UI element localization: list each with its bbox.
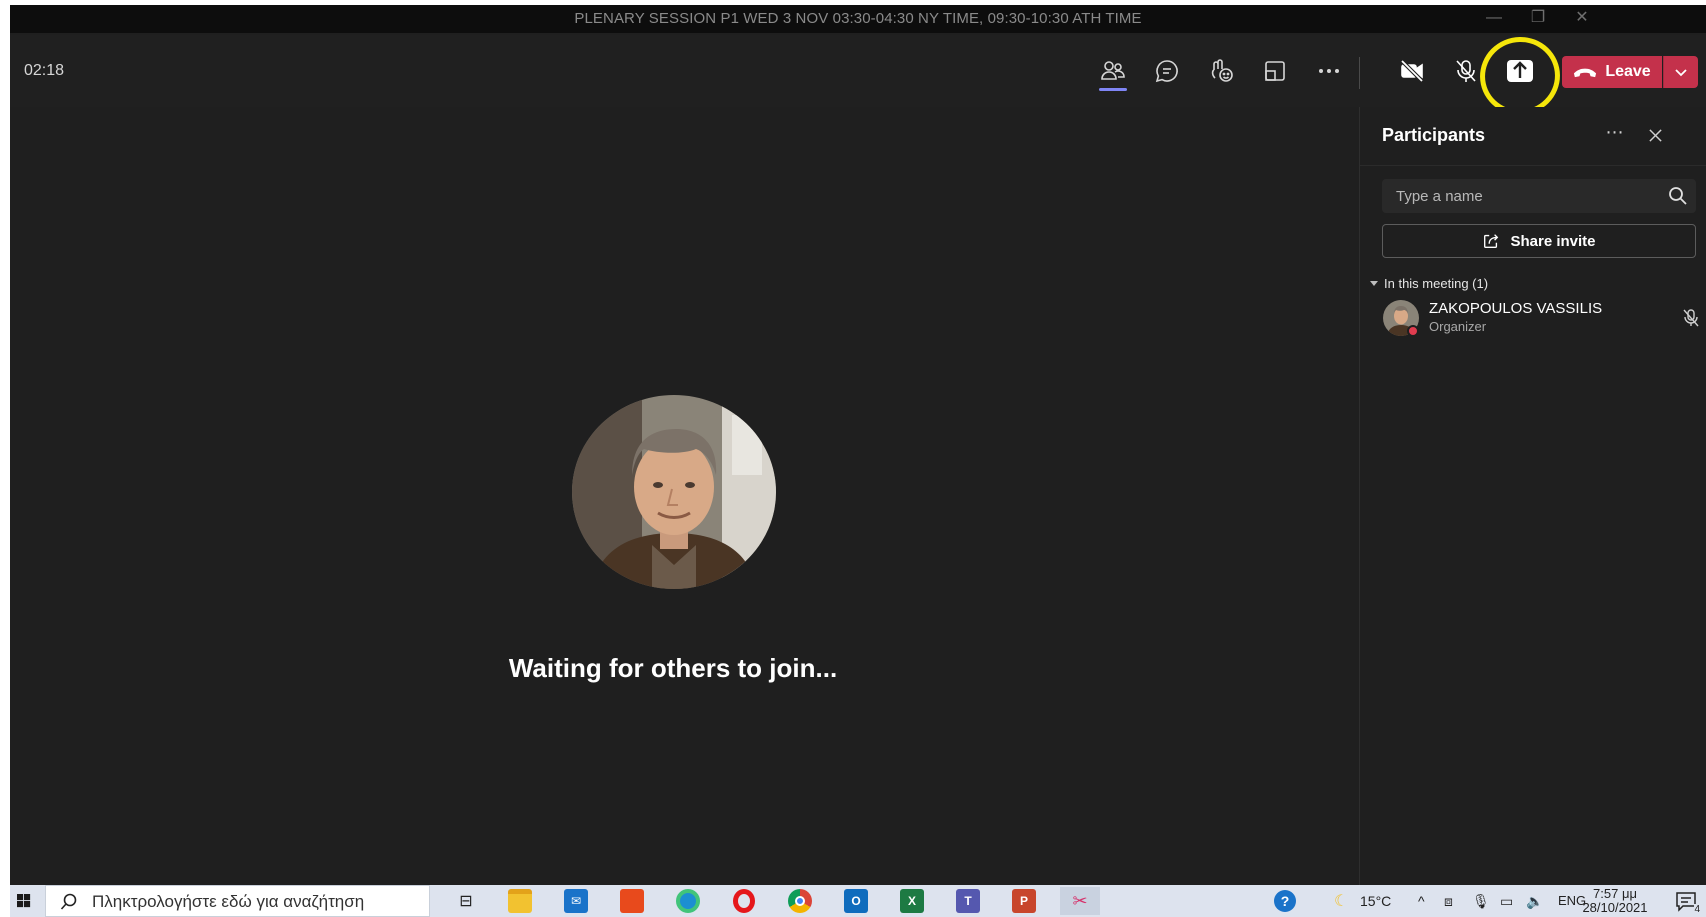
- rooms-button[interactable]: [1253, 49, 1297, 93]
- file-explorer-icon[interactable]: [500, 887, 540, 915]
- taskbar-search-placeholder: Πληκτρολογήστε εδώ για αναζήτηση: [92, 892, 365, 911]
- outlook-icon[interactable]: O: [836, 887, 876, 915]
- panel-close-button[interactable]: [1640, 121, 1670, 149]
- chat-button[interactable]: [1145, 49, 1189, 93]
- in-meeting-label: In this meeting (1): [1384, 276, 1489, 291]
- panel-more-options-icon[interactable]: ⋯: [1600, 121, 1630, 149]
- excel-icon[interactable]: X: [892, 887, 932, 915]
- meeting-stage: Waiting for others to join...: [10, 107, 1359, 885]
- opera-icon[interactable]: [724, 887, 764, 915]
- share-invite-button[interactable]: Share invite: [1382, 224, 1696, 258]
- dropbox-icon[interactable]: ⧈: [1444, 885, 1453, 917]
- taskbar-clock[interactable]: 7:57 μμ 28/10/2021: [1570, 887, 1660, 915]
- organizer-avatar: [572, 395, 776, 589]
- panel-title: Participants: [1382, 125, 1486, 145]
- meeting-toolbar: 02:18 Leave: [10, 29, 1706, 123]
- chat-icon: [1155, 60, 1178, 83]
- clock-time: 7:57 μμ: [1593, 886, 1637, 901]
- people-button[interactable]: [1091, 49, 1135, 93]
- snip-icon[interactable]: ✂: [1060, 887, 1100, 915]
- taskbar-search-box[interactable]: Πληκτρολογήστε εδώ για αναζήτηση: [45, 885, 430, 917]
- panel-divider: [1360, 165, 1706, 166]
- chevron-up-icon[interactable]: ^: [1418, 885, 1425, 917]
- close-icon[interactable]: ✕: [1560, 5, 1604, 33]
- volume-icon[interactable]: 🔈: [1526, 885, 1543, 917]
- windows-logo-icon: [17, 894, 31, 908]
- waiting-message: Waiting for others to join...: [508, 653, 838, 683]
- reactions-icon: [1211, 59, 1233, 82]
- camera-button[interactable]: [1390, 49, 1434, 93]
- mic-off-icon: [1456, 60, 1476, 82]
- hang-up-icon: [1574, 68, 1597, 77]
- chevron-down-icon: [1675, 69, 1687, 77]
- participant-row[interactable]: ZAKOPOULOS VASSILIS Organizer: [1360, 292, 1706, 340]
- battery-icon[interactable]: ▭: [1500, 885, 1513, 917]
- search-icon: [60, 893, 77, 910]
- camera-off-icon: [1400, 59, 1424, 83]
- participants-panel: Participants ⋯ Share invite In this meet…: [1359, 107, 1706, 885]
- mic-off-icon: [1683, 309, 1699, 327]
- more-button[interactable]: [1307, 49, 1351, 93]
- task-view-icon[interactable]: ⊟: [446, 887, 486, 915]
- clock-date: 28/10/2021: [1582, 900, 1648, 915]
- rooms-icon: [1265, 61, 1285, 81]
- search-icon[interactable]: [1668, 186, 1688, 206]
- caret-down-icon: [1370, 281, 1378, 286]
- toolbar-divider: [1359, 57, 1360, 89]
- help-icon[interactable]: ?: [1274, 885, 1298, 917]
- close-icon: [1648, 128, 1662, 142]
- share-tray-icon: [1507, 60, 1533, 82]
- participant-name: ZAKOPOULOS VASSILIS: [1429, 300, 1603, 317]
- share-content-button[interactable]: [1498, 49, 1542, 93]
- share-invite-label: Share invite: [1510, 232, 1596, 250]
- chrome-icon[interactable]: [780, 887, 820, 915]
- participant-role: Organizer: [1429, 319, 1487, 334]
- windows-taskbar: Πληκτρολογήστε εδώ για αναζήτηση ⊟ ✉ O X…: [10, 885, 1706, 917]
- teams-icon[interactable]: T: [948, 887, 988, 915]
- microphone-button[interactable]: [1444, 49, 1488, 93]
- restore-icon[interactable]: ❐: [1516, 5, 1560, 33]
- leave-label: Leave: [1605, 63, 1651, 80]
- status-badge: [1407, 325, 1419, 337]
- more-icon: [1319, 69, 1339, 73]
- start-button[interactable]: [10, 885, 38, 917]
- microphone-icon[interactable]: 🎙: [1472, 885, 1490, 917]
- edge-icon[interactable]: [668, 887, 708, 915]
- leave-options-button[interactable]: [1663, 56, 1698, 88]
- people-active-indicator: [1099, 88, 1127, 91]
- minimize-icon[interactable]: —: [1472, 5, 1516, 33]
- reactions-button[interactable]: [1199, 49, 1243, 93]
- people-icon: [1101, 61, 1125, 80]
- in-meeting-section-toggle[interactable]: In this meeting (1): [1370, 276, 1488, 291]
- participant-search-input[interactable]: [1382, 179, 1662, 213]
- powerpoint-icon[interactable]: P: [1004, 887, 1044, 915]
- weather-moon-icon[interactable]: ☾: [1334, 885, 1348, 917]
- meeting-timer: 02:18: [24, 62, 65, 79]
- office-icon[interactable]: [612, 887, 652, 915]
- leave-button[interactable]: Leave: [1562, 56, 1662, 88]
- title-bar: PLENARY SESSION P1 WED 3 NOV 03:30-04:30…: [10, 5, 1706, 33]
- share-icon: [1484, 234, 1499, 248]
- participant-search: [1382, 179, 1696, 213]
- window-title: PLENARY SESSION P1 WED 3 NOV 03:30-04:30…: [574, 10, 1142, 27]
- mail-icon[interactable]: ✉: [556, 887, 596, 915]
- notification-count: 4: [1694, 904, 1700, 915]
- notification-center-icon[interactable]: 4: [1674, 889, 1700, 915]
- weather-temperature[interactable]: 15°C: [1360, 885, 1391, 917]
- teams-window: PLENARY SESSION P1 WED 3 NOV 03:30-04:30…: [10, 5, 1706, 917]
